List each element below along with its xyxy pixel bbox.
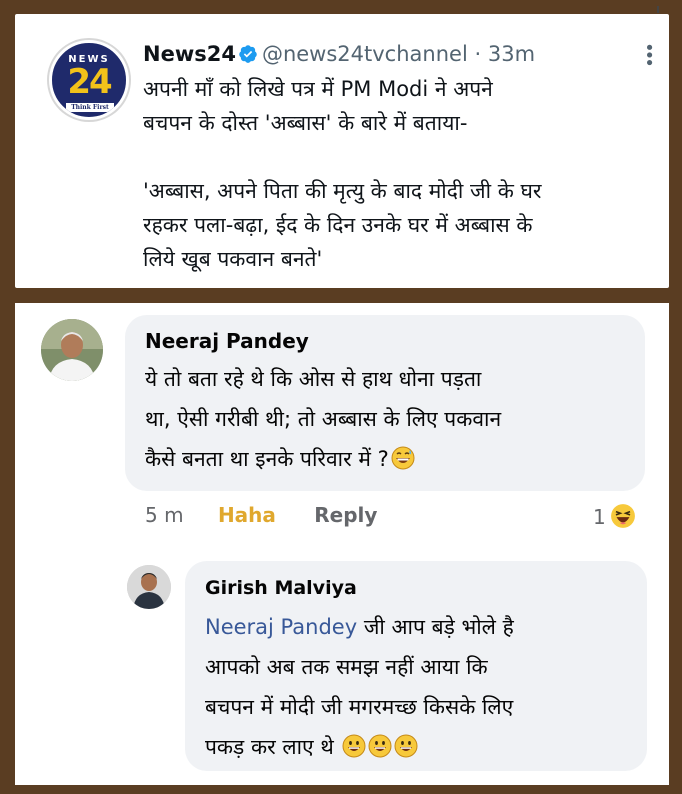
avatar[interactable] xyxy=(41,319,103,381)
comment-bubble[interactable]: Neeraj Pandey ये तो बता रहे थे कि ओस से … xyxy=(125,315,645,491)
reply-line: पकड़ कर लाए थे xyxy=(205,735,334,759)
separator: · xyxy=(474,42,482,66)
comment-actions: 5 m Haha Reply xyxy=(145,503,377,527)
tweet-line: अपनी माँ को लिखे पत्र में PM Modi ने अपन… xyxy=(143,77,493,101)
mention-link[interactable]: Neeraj Pandey xyxy=(205,615,357,639)
comment-line: ये तो बता रहे थे कि ओस से हाथ धोना पड़ता xyxy=(145,367,482,391)
news24-logo[interactable]: NEWS 24 Think First xyxy=(49,40,129,120)
smiling-emoji xyxy=(394,734,418,758)
haha-reaction-button[interactable]: Haha xyxy=(218,503,276,527)
comment-author[interactable]: Neeraj Pandey xyxy=(145,329,309,353)
tweet-line: 'अब्बास, अपने पिता की मृत्यु के बाद मोदी… xyxy=(143,179,542,203)
comment-line: कैसे बनता था इनके परिवार में ? xyxy=(145,447,389,471)
reply-text: Neeraj Pandey जी आप बड़े भोले है आपको अब… xyxy=(205,607,514,767)
tweet-line: रहकर पला-बढ़ा, ईद के दिन उनके घर में अब्… xyxy=(143,213,533,237)
grinning-sweat-emoji xyxy=(391,446,415,470)
avatar-image xyxy=(41,319,103,381)
tweet-time[interactable]: 33m xyxy=(488,42,535,66)
tweet-text: अपनी माँ को लिखे पत्र में PM Modi ने अपन… xyxy=(143,72,663,276)
avatar-image xyxy=(127,565,171,609)
reaction-count-value: 1 xyxy=(593,505,606,529)
reply-line-wrap: पकड़ कर लाए थे xyxy=(205,727,514,767)
comment-line: था, ऐसी गरीबी थी; तो अब्बास के लिए पकवान xyxy=(145,407,502,431)
facebook-comments-panel: Neeraj Pandey ये तो बता रहे थे कि ओस से … xyxy=(15,303,669,785)
laughing-emoji xyxy=(610,504,635,528)
tweet-line: लिये खूब पकवान बनते' xyxy=(143,247,323,271)
reply-line-rest: जी आप बड़े भोले है xyxy=(357,615,514,639)
logo-number: 24 xyxy=(67,62,112,102)
tweet-line: बचपन के दोस्त 'अब्बास' के बारे में बताया… xyxy=(143,111,468,135)
reply-button[interactable]: Reply xyxy=(314,503,377,527)
logo-tagline: Think First xyxy=(66,103,114,112)
avatar[interactable] xyxy=(127,565,171,609)
account-handle[interactable]: @news24tvchannel xyxy=(262,42,468,66)
smiling-emoji xyxy=(368,734,392,758)
tweet-header: News24 @news24tvchannel · 33m xyxy=(143,42,535,72)
smiling-emoji xyxy=(342,734,366,758)
verified-badge-icon xyxy=(239,45,257,63)
reply-line: आपको अब तक समझ नहीं आया कि xyxy=(205,655,488,679)
comment-text: ये तो बता रहे थे कि ओस से हाथ धोना पड़ता… xyxy=(145,359,501,479)
reply-line: Neeraj Pandey जी आप बड़े भोले है xyxy=(205,607,514,647)
more-options-icon[interactable]: ••• xyxy=(638,42,659,65)
tweet-card[interactable]: NEWS 24 Think First News24 @news24tvchann… xyxy=(15,14,669,288)
reply-line: बचपन में मोदी जी मगरमच्छ किसके लिए xyxy=(205,695,514,719)
reaction-count[interactable]: 1 xyxy=(593,503,636,529)
account-name[interactable]: News24 xyxy=(143,42,236,66)
reply-author[interactable]: Girish Malviya xyxy=(205,577,357,599)
comment-time[interactable]: 5 m xyxy=(145,503,184,527)
reply-bubble[interactable]: Girish Malviya Neeraj Pandey जी आप बड़े … xyxy=(185,561,647,771)
comment-line-wrap: कैसे बनता था इनके परिवार में ? xyxy=(145,439,501,479)
top-mark xyxy=(657,6,659,13)
